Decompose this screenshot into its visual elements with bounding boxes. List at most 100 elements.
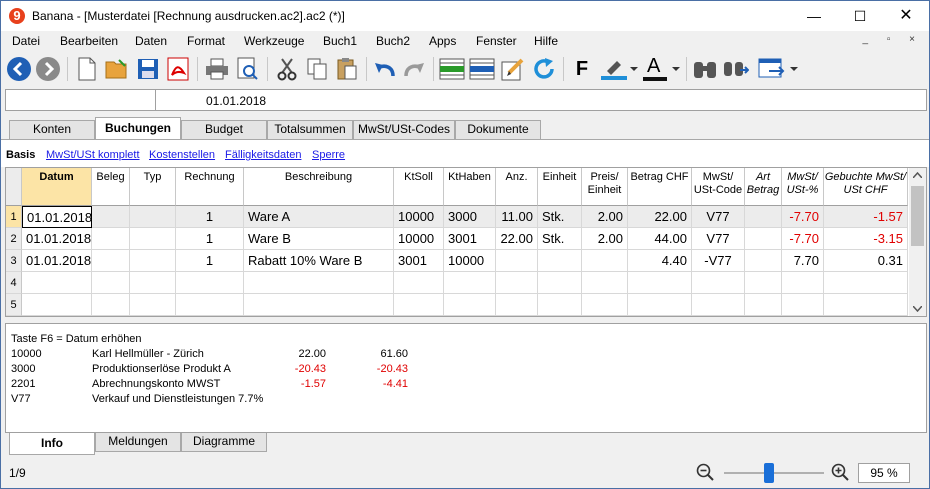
close-button[interactable]: ✕ [883,1,929,31]
table-cell-datum[interactable] [22,272,92,294]
table-cell-betrag[interactable]: 22.00 [628,206,692,228]
table-cell-ktsoll[interactable]: 10000 [394,228,444,250]
table-cell-mwst-code[interactable]: -V77 [692,250,745,272]
table-cell-beleg[interactable] [92,294,130,316]
table-cell-typ[interactable] [130,272,176,294]
table-cell-art-betrag[interactable] [745,272,782,294]
column-header-typ[interactable]: Typ [130,168,176,206]
highlight-icon[interactable] [599,55,639,83]
tab-mwst-codes[interactable]: MwSt/USt-Codes [353,120,455,139]
table-cell-gebuchte-mwst[interactable]: -3.15 [824,228,908,250]
table-cell-beschreibung[interactable]: Rabatt 10% Ware B [244,250,394,272]
find-next-icon[interactable] [722,55,750,83]
redo-icon[interactable] [400,55,428,83]
table-cell-beschreibung[interactable] [244,294,394,316]
table-cell-mwst-prozent[interactable]: -7.70 [782,228,824,250]
column-header-preis[interactable]: Preis/Einheit [582,168,628,206]
tab-dokumente[interactable]: Dokumente [455,120,541,139]
table-vertical-scrollbar[interactable] [909,168,926,316]
menu-buch2[interactable]: Buch2 [376,34,410,48]
cell-reference-field[interactable] [6,90,156,110]
new-file-icon[interactable] [73,55,101,83]
table-cell-einheit[interactable] [538,294,582,316]
bold-icon[interactable]: F [568,55,596,83]
table-cell-einheit[interactable]: Stk. [538,228,582,250]
menu-fenster[interactable]: Fenster [476,34,517,48]
table-cell-kthaben[interactable] [444,272,496,294]
row-header[interactable]: 4 [6,272,22,294]
view-sperre[interactable]: Sperre [312,149,345,161]
table-cell-ktsoll[interactable]: 3001 [394,250,444,272]
table-cell-einheit[interactable]: Stk. [538,206,582,228]
menu-daten[interactable]: Daten [135,34,167,48]
font-color-icon[interactable]: A [641,55,681,83]
column-header-kthaben[interactable]: KtHaben [444,168,496,206]
table-cell-einheit[interactable] [538,250,582,272]
zoom-level-field[interactable]: 95 % [858,463,910,483]
table-cell-anzahl[interactable]: 22.00 [496,228,538,250]
table-cell-art-betrag[interactable] [745,206,782,228]
scroll-down-icon[interactable] [913,306,922,312]
zoom-in-icon[interactable] [831,463,849,481]
menu-hilfe[interactable]: Hilfe [534,34,558,48]
table-cell-betrag[interactable]: 4.40 [628,250,692,272]
table-cell-datum[interactable]: 01.01.2018 [22,228,92,250]
table-cell-einheit[interactable] [538,272,582,294]
table-cell-beschreibung[interactable]: Ware A [244,206,394,228]
tab-diagramme[interactable]: Diagramme [181,433,267,452]
maximize-button[interactable]: ☐ [837,1,883,31]
table-cell-typ[interactable] [130,206,176,228]
table-cell-kthaben[interactable]: 3001 [444,228,496,250]
table-cell-typ[interactable] [130,228,176,250]
column-header-ktsoll[interactable]: KtSoll [394,168,444,206]
column-header-einheit[interactable]: Einheit [538,168,582,206]
paste-icon[interactable] [333,55,361,83]
table-cell-betrag[interactable] [628,272,692,294]
table-cell-rechnung[interactable] [176,294,244,316]
tab-buchungen[interactable]: Buchungen [95,117,181,139]
table-cell-gebuchte-mwst[interactable] [824,294,908,316]
table-cell-gebuchte-mwst[interactable] [824,272,908,294]
column-header-anzahl[interactable]: Anz. [496,168,538,206]
table-cell-beleg[interactable] [92,228,130,250]
table-cell-preis[interactable]: 2.00 [582,228,628,250]
view-mwst-komplett[interactable]: MwSt/USt komplett [46,149,140,161]
column-header-betrag[interactable]: Betrag CHF [628,168,692,206]
insert-row-icon[interactable] [438,55,466,83]
table-cell-mwst-code[interactable] [692,294,745,316]
table-cell-kthaben[interactable]: 3000 [444,206,496,228]
tab-totalsummen[interactable]: Totalsummen [267,120,353,139]
table-cell-anzahl[interactable]: 11.00 [496,206,538,228]
column-header-beleg[interactable]: Beleg [92,168,130,206]
table-cell-preis[interactable] [582,294,628,316]
table-cell-rechnung[interactable]: 1 [176,228,244,250]
table-cell-rechnung[interactable]: 1 [176,206,244,228]
table-cell-preis[interactable] [582,250,628,272]
table-cell-gebuchte-mwst[interactable]: 0.31 [824,250,908,272]
menu-buch1[interactable]: Buch1 [323,34,357,48]
table-cell-mwst-code[interactable]: V77 [692,228,745,250]
table-cell-preis[interactable] [582,272,628,294]
banana-app-icon[interactable]: 9 [9,8,25,24]
table-cell-mwst-prozent[interactable]: 7.70 [782,250,824,272]
column-header-art-betrag[interactable]: Art Betrag [745,168,782,206]
menu-datei[interactable]: Datei [12,34,40,48]
menu-apps[interactable]: Apps [429,34,456,48]
open-folder-icon[interactable] [103,55,131,83]
column-header-rechnung[interactable]: Rechnung [176,168,244,206]
column-header-mwst-prozent[interactable]: MwSt/USt-% [782,168,824,206]
row-header[interactable]: 5 [6,294,22,316]
export-icon[interactable] [757,55,801,83]
print-icon[interactable] [203,55,231,83]
tab-konten[interactable]: Konten [9,120,95,139]
table-cell-mwst-prozent[interactable] [782,272,824,294]
table-cell-gebuchte-mwst[interactable]: -1.57 [824,206,908,228]
table-cell-ktsoll[interactable] [394,272,444,294]
table-cell-datum[interactable]: 01.01.2018 [22,250,92,272]
table-cell-preis[interactable]: 2.00 [582,206,628,228]
copy-icon[interactable] [303,55,331,83]
menu-werkzeuge[interactable]: Werkzeuge [244,34,304,48]
table-cell-art-betrag[interactable] [745,294,782,316]
pdf-icon[interactable] [164,55,192,83]
table-cell-beleg[interactable] [92,206,130,228]
